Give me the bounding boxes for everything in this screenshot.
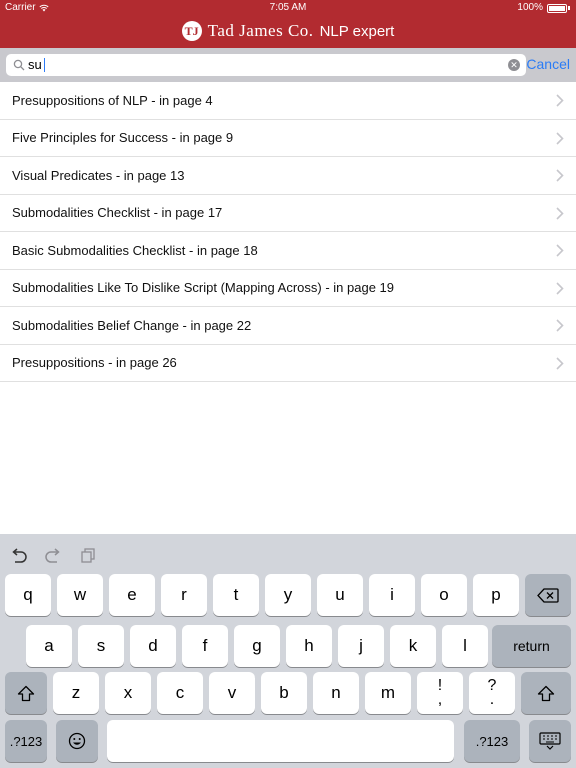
- text-caret: [44, 58, 45, 72]
- key-e[interactable]: e: [109, 574, 155, 616]
- list-item[interactable]: Presuppositions of NLP - in page 4: [0, 82, 576, 120]
- space-key[interactable]: [107, 720, 454, 762]
- shift-key-left[interactable]: [5, 672, 47, 714]
- list-item[interactable]: Submodalities Checklist - in page 17: [0, 195, 576, 232]
- search-field[interactable]: ✕: [6, 54, 526, 76]
- backspace-key[interactable]: [525, 574, 571, 616]
- list-item[interactable]: Submodalities Like To Dislike Script (Ma…: [0, 270, 576, 307]
- numbers-key-right[interactable]: .?123: [464, 720, 520, 762]
- key-z[interactable]: z: [53, 672, 99, 714]
- key-r[interactable]: r: [161, 574, 207, 616]
- key-bottom-char: .: [489, 691, 495, 708]
- shift-icon: [17, 685, 35, 701]
- battery-icon: [547, 3, 567, 13]
- chevron-right-icon: [556, 169, 564, 182]
- key-a[interactable]: a: [26, 625, 72, 667]
- key-bottom-char: ,: [437, 691, 443, 708]
- brand-name: Tad James Co.: [207, 21, 314, 40]
- backspace-icon: [537, 587, 559, 603]
- list-item[interactable]: Submodalities Belief Change - in page 22: [0, 307, 576, 345]
- app-header: Carrier 7:05 AM 100% TJ Tad James Co. NL…: [0, 0, 576, 48]
- key-y[interactable]: y: [265, 574, 311, 616]
- list-item[interactable]: Visual Predicates - in page 13: [0, 157, 576, 195]
- list-item-label: Presuppositions of NLP - in page 4: [12, 92, 213, 108]
- key-p[interactable]: p: [473, 574, 519, 616]
- shift-icon: [537, 685, 555, 701]
- list-item-label: Visual Predicates - in page 13: [12, 167, 185, 183]
- battery-indicator: 100%: [517, 0, 570, 16]
- keyboard-shortcut-bar: [0, 534, 576, 574]
- key-u[interactable]: u: [317, 574, 363, 616]
- key-l[interactable]: l: [442, 625, 488, 667]
- list-item-label: Five Principles for Success - in page 9: [12, 130, 234, 146]
- on-screen-keyboard: q w e r t y u i o p a s d f g h j k l re…: [0, 534, 576, 768]
- redo-icon[interactable]: [44, 548, 62, 563]
- key-m[interactable]: m: [365, 672, 411, 714]
- emoji-icon: [68, 732, 86, 750]
- chevron-right-icon: [556, 131, 564, 145]
- list-item[interactable]: Basic Submodalities Checklist - in page …: [0, 232, 576, 270]
- key-j[interactable]: j: [338, 625, 384, 667]
- key-i[interactable]: i: [369, 574, 415, 616]
- chevron-right-icon: [556, 319, 564, 332]
- numbers-key-left[interactable]: .?123: [5, 720, 47, 762]
- key-v[interactable]: v: [209, 672, 255, 714]
- key-d[interactable]: d: [130, 625, 176, 667]
- status-bar: Carrier 7:05 AM 100%: [0, 0, 576, 16]
- hide-keyboard-key[interactable]: [529, 720, 571, 762]
- key-h[interactable]: h: [286, 625, 332, 667]
- list-item-label: Submodalities Belief Change - in page 22: [12, 317, 252, 333]
- tj-logo: TJ: [181, 21, 202, 41]
- key-x[interactable]: x: [105, 672, 151, 714]
- chevron-right-icon: [556, 281, 564, 295]
- status-time: 7:05 AM: [269, 2, 307, 13]
- search-icon: [13, 59, 25, 71]
- undo-icon[interactable]: [10, 548, 28, 563]
- chevron-right-icon: [556, 206, 564, 220]
- brand-title: TJ Tad James Co. NLP expert: [0, 17, 576, 45]
- key-k[interactable]: k: [390, 625, 436, 667]
- key-o[interactable]: o: [421, 574, 467, 616]
- key-question-period[interactable]: ?.: [469, 672, 515, 714]
- list-item[interactable]: Presuppositions - in page 26: [0, 345, 576, 382]
- brand-suffix: NLP expert: [319, 22, 395, 40]
- chevron-right-icon: [556, 244, 564, 257]
- key-b[interactable]: b: [261, 672, 307, 714]
- list-item-label: Basic Submodalities Checklist - in page …: [12, 242, 258, 258]
- emoji-key[interactable]: [56, 720, 98, 762]
- search-input[interactable]: [28, 54, 498, 76]
- cancel-button[interactable]: Cancel: [526, 56, 570, 72]
- list-item-label: Submodalities Checklist - in page 17: [12, 205, 223, 221]
- key-f[interactable]: f: [182, 625, 228, 667]
- key-t[interactable]: t: [213, 574, 259, 616]
- key-n[interactable]: n: [313, 672, 359, 714]
- paste-icon[interactable]: [80, 548, 98, 563]
- clear-search-icon[interactable]: ✕: [508, 59, 520, 71]
- return-key[interactable]: return: [492, 625, 571, 667]
- key-s[interactable]: s: [78, 625, 124, 667]
- shift-key-right[interactable]: [521, 672, 571, 714]
- hide-keyboard-icon: [539, 732, 561, 750]
- list-item-label: Presuppositions - in page 26: [12, 355, 177, 371]
- key-q[interactable]: q: [5, 574, 51, 616]
- battery-percent: 100%: [517, 2, 543, 13]
- list-item-label: Submodalities Like To Dislike Script (Ma…: [12, 280, 394, 296]
- key-g[interactable]: g: [234, 625, 280, 667]
- results-list: Presuppositions of NLP - in page 4 Five …: [0, 82, 576, 382]
- key-c[interactable]: c: [157, 672, 203, 714]
- search-bar: ✕ Cancel: [0, 48, 576, 82]
- list-item[interactable]: Five Principles for Success - in page 9: [0, 120, 576, 157]
- chevron-right-icon: [556, 94, 564, 107]
- key-exclamation-comma[interactable]: !,: [417, 672, 463, 714]
- key-w[interactable]: w: [57, 574, 103, 616]
- chevron-right-icon: [556, 356, 564, 370]
